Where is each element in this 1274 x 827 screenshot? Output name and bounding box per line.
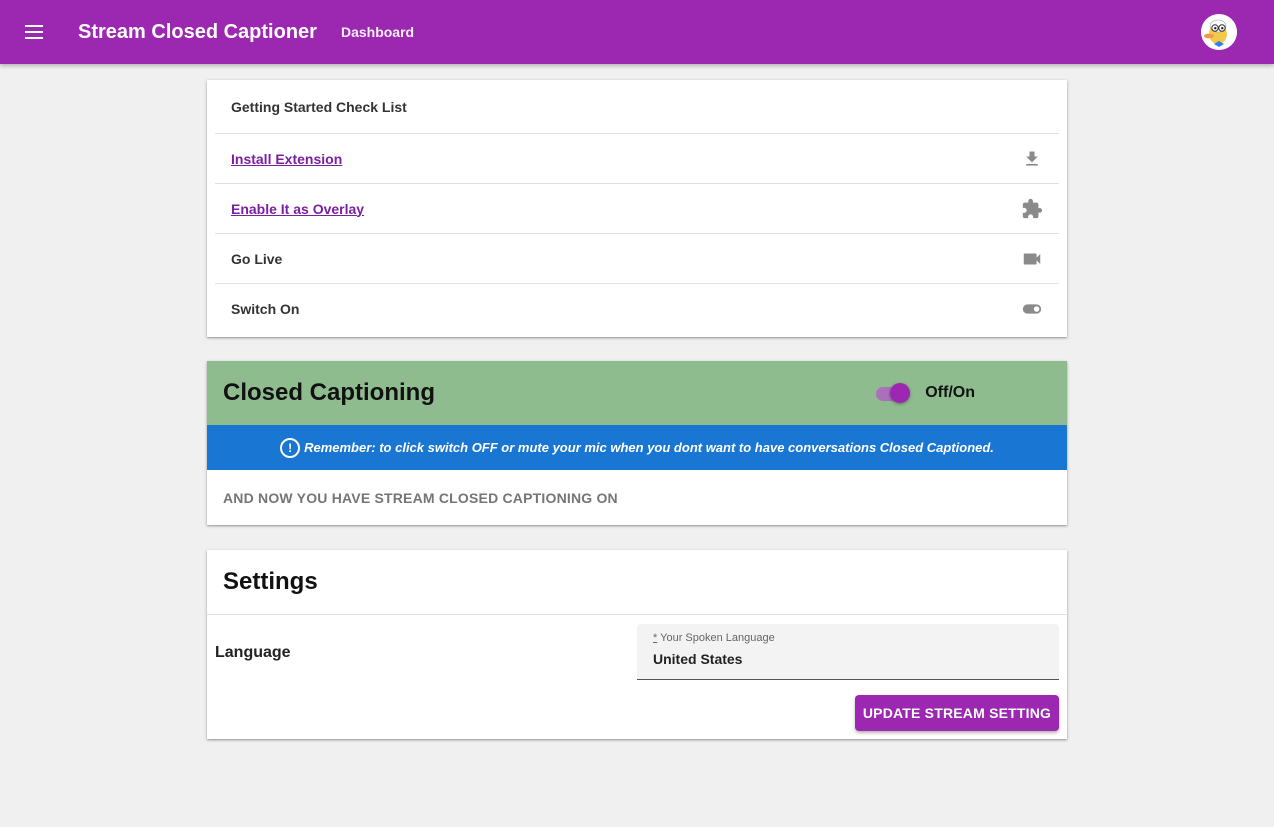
checklist-title: Getting Started Check List [231, 98, 407, 115]
reminder-text: Remember: to click switch OFF or mute yo… [304, 440, 994, 455]
checklist-card: Getting Started Check List Install Exten… [207, 80, 1067, 337]
video-camera-icon [1021, 248, 1043, 270]
closed-captioning-header: Closed Captioning Off/On [207, 361, 1067, 425]
toggle-icon [1021, 298, 1043, 320]
closed-captioning-card: Closed Captioning Off/On ! Remember: to … [207, 361, 1067, 525]
install-extension-link[interactable]: Install Extension [231, 151, 342, 167]
required-mark: * [653, 632, 658, 644]
checklist-item-switch-on: Switch On [215, 284, 1059, 333]
language-row: Language * Your Spoken Language United S… [207, 615, 1067, 681]
settings-card: Settings Language * Your Spoken Language… [207, 550, 1067, 739]
captioning-toggle-switch[interactable] [873, 382, 911, 404]
settings-title: Settings [207, 550, 1067, 615]
checklist-item-install-extension: Install Extension [215, 134, 1059, 184]
toggle-label: Off/On [925, 384, 975, 401]
checklist-item-go-live: Go Live [215, 234, 1059, 284]
nav-dashboard-link[interactable]: Dashboard [341, 24, 414, 40]
go-live-label: Go Live [231, 250, 283, 267]
app-bar: Stream Closed Captioner Dashboard [0, 0, 1274, 64]
alert-circle-icon: ! [280, 437, 301, 458]
closed-captioning-title: Closed Captioning [223, 379, 435, 406]
update-stream-setting-button[interactable]: UPDATE STREAM SETTING [855, 695, 1059, 731]
switch-on-label: Switch On [231, 300, 300, 317]
spoken-language-select[interactable]: * Your Spoken Language United States [637, 624, 1059, 680]
menu-icon[interactable] [22, 20, 46, 44]
puzzle-icon [1021, 198, 1043, 220]
download-icon [1021, 148, 1043, 170]
mic-reminder-banner: ! Remember: to click switch OFF or mute … [207, 425, 1067, 470]
avatar[interactable] [1201, 14, 1237, 50]
checklist-item-enable-overlay: Enable It as Overlay [215, 184, 1059, 234]
enable-overlay-link[interactable]: Enable It as Overlay [231, 201, 364, 217]
app-title[interactable]: Stream Closed Captioner [78, 21, 317, 44]
duck-avatar-icon [1201, 14, 1237, 50]
captioning-status-text: AND NOW YOU HAVE STREAM CLOSED CAPTIONIN… [223, 490, 618, 506]
language-label: Language [215, 644, 291, 661]
field-label-text: Your Spoken Language [660, 632, 775, 644]
spoken-language-floating-label: * Your Spoken Language [653, 632, 775, 644]
checklist-header: Getting Started Check List [215, 80, 1059, 134]
spoken-language-value: United States [653, 651, 743, 667]
